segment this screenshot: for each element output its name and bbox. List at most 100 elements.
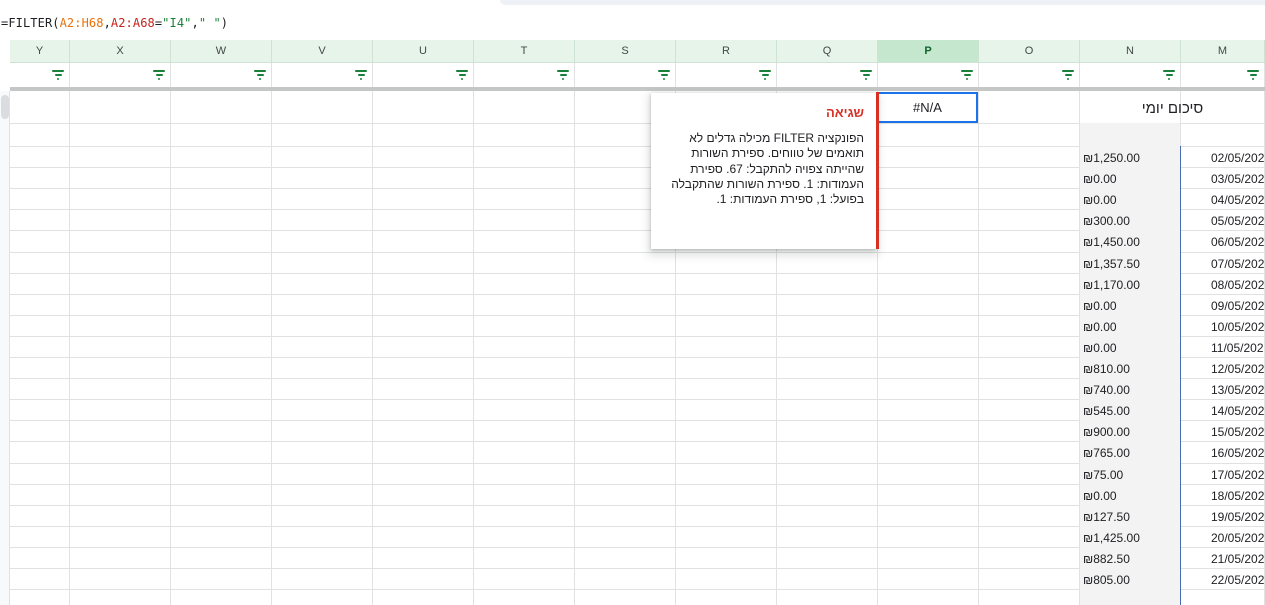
date-cell[interactable]: 06/05/202 bbox=[1211, 234, 1264, 250]
daily-amount-cell[interactable]: ₪300.00 bbox=[1083, 213, 1130, 229]
column-header-r[interactable]: R bbox=[676, 40, 777, 63]
date-cell[interactable]: 18/05/202 bbox=[1211, 488, 1264, 504]
date-cell[interactable]: 07/05/202 bbox=[1211, 256, 1264, 272]
column-header-y[interactable]: Y bbox=[10, 40, 70, 63]
filter-icon[interactable] bbox=[1062, 70, 1074, 80]
grid-line bbox=[10, 146, 1265, 147]
daily-amount-cell[interactable]: ₪765.00 bbox=[1083, 445, 1130, 461]
grid-line bbox=[10, 547, 1265, 548]
grid-line bbox=[10, 315, 1265, 316]
grid-line bbox=[10, 188, 1265, 189]
column-header-v[interactable]: V bbox=[272, 40, 373, 63]
date-cell[interactable]: 05/05/202 bbox=[1211, 213, 1264, 229]
daily-amount-cell[interactable]: ₪882.50 bbox=[1083, 551, 1130, 567]
date-cell[interactable]: 20/05/202 bbox=[1211, 530, 1264, 546]
grid-line bbox=[10, 526, 1265, 527]
column-header-x[interactable]: X bbox=[70, 40, 171, 63]
grid-line bbox=[271, 91, 272, 605]
frozen-row-divider[interactable] bbox=[10, 87, 1265, 91]
date-cell[interactable]: 19/05/202 bbox=[1211, 509, 1264, 525]
date-cell[interactable]: 22/05/202 bbox=[1211, 572, 1264, 588]
column-header-u[interactable]: U bbox=[373, 40, 474, 63]
filter-icon[interactable] bbox=[759, 70, 771, 80]
filter-icon[interactable] bbox=[254, 70, 266, 80]
filter-icon[interactable] bbox=[1247, 70, 1259, 80]
daily-summary-header[interactable]: סיכום יומי bbox=[1080, 100, 1265, 117]
column-header-w[interactable]: W bbox=[171, 40, 272, 63]
column-m-border bbox=[1180, 146, 1181, 605]
grid-line bbox=[372, 91, 373, 605]
filter-icon[interactable] bbox=[355, 70, 367, 80]
daily-amount-cell[interactable]: ₪1,425.00 bbox=[1083, 530, 1140, 546]
date-cell[interactable]: 16/05/202 bbox=[1211, 445, 1264, 461]
date-cell[interactable]: 15/05/202 bbox=[1211, 424, 1264, 440]
daily-amount-cell[interactable]: ₪0.00 bbox=[1083, 298, 1117, 314]
column-header-q[interactable]: Q bbox=[777, 40, 878, 63]
daily-amount-cell[interactable]: ₪1,170.00 bbox=[1083, 277, 1140, 293]
daily-amount-cell[interactable]: ₪0.00 bbox=[1083, 340, 1117, 356]
column-header-n[interactable]: N bbox=[1080, 40, 1181, 63]
daily-amount-cell[interactable]: ₪1,450.00 bbox=[1083, 234, 1140, 250]
grid-line bbox=[10, 399, 1265, 400]
date-cell[interactable]: 11/05/202 bbox=[1211, 340, 1264, 356]
formula-prefix: =FILTER( bbox=[1, 16, 60, 30]
filter-icon[interactable] bbox=[860, 70, 872, 80]
daily-amount-cell[interactable]: ₪810.00 bbox=[1083, 361, 1130, 377]
formula-string-2: " " bbox=[198, 16, 221, 30]
filter-icon[interactable] bbox=[658, 70, 670, 80]
filter-cell-t bbox=[474, 63, 575, 88]
grid-line bbox=[10, 484, 1265, 485]
grid-line bbox=[574, 91, 575, 605]
column-header-o[interactable]: O bbox=[979, 40, 1080, 63]
grid-line bbox=[978, 91, 979, 605]
grid-line bbox=[10, 336, 1265, 337]
filter-icon[interactable] bbox=[52, 70, 64, 80]
daily-amount-cell[interactable]: ₪0.00 bbox=[1083, 171, 1117, 187]
formula-text[interactable]: =FILTER(A2:H68,A2:A68="I4"," ") bbox=[1, 16, 228, 30]
column-header-p[interactable]: P bbox=[878, 40, 979, 63]
date-cell[interactable]: 10/05/202 bbox=[1211, 319, 1264, 335]
date-cell[interactable]: 13/05/202 bbox=[1211, 382, 1264, 398]
formula-bar[interactable]: =FILTER(A2:H68,A2:A68="I4"," ") bbox=[0, 5, 1265, 40]
date-cell[interactable]: 12/05/202 bbox=[1211, 361, 1264, 377]
date-cell[interactable]: 08/05/202 bbox=[1211, 277, 1264, 293]
grid-line bbox=[10, 123, 1265, 124]
daily-amount-cell[interactable]: ₪900.00 bbox=[1083, 424, 1130, 440]
column-header-t[interactable]: T bbox=[474, 40, 575, 63]
active-cell-p[interactable]: #N/A bbox=[877, 92, 978, 123]
grid-line bbox=[10, 167, 1265, 168]
filter-icon[interactable] bbox=[456, 70, 468, 80]
filter-cell-m bbox=[1181, 63, 1265, 88]
daily-amount-cell[interactable]: ₪545.00 bbox=[1083, 403, 1130, 419]
grid-line bbox=[10, 589, 1265, 590]
daily-amount-cell[interactable]: ₪1,250.00 bbox=[1083, 150, 1140, 166]
row-scroll-handle[interactable] bbox=[1, 95, 9, 119]
daily-amount-cell[interactable]: ₪127.50 bbox=[1083, 509, 1130, 525]
daily-amount-cell[interactable]: ₪0.00 bbox=[1083, 192, 1117, 208]
formula-separator-1: , bbox=[103, 16, 111, 30]
grid-line bbox=[69, 91, 70, 605]
filter-icon[interactable] bbox=[153, 70, 165, 80]
error-tooltip: שגיאה הפונקציה FILTER מכילה גדלים לא תוא… bbox=[651, 93, 876, 249]
column-header-m[interactable]: M bbox=[1181, 40, 1265, 63]
daily-amount-cell[interactable]: ₪740.00 bbox=[1083, 382, 1130, 398]
daily-amount-cell[interactable]: ₪1,357.50 bbox=[1083, 256, 1140, 272]
date-cell[interactable]: 03/05/202 bbox=[1211, 171, 1264, 187]
filter-icon[interactable] bbox=[961, 70, 973, 80]
date-cell[interactable]: 14/05/202 bbox=[1211, 403, 1264, 419]
filter-cell-y bbox=[10, 63, 70, 88]
column-header-s[interactable]: S bbox=[575, 40, 676, 63]
filter-cell-v bbox=[272, 63, 373, 88]
filter-cell-u bbox=[373, 63, 474, 88]
daily-amount-cell[interactable]: ₪805.00 bbox=[1083, 572, 1130, 588]
filter-icon[interactable] bbox=[557, 70, 569, 80]
date-cell[interactable]: 17/05/202 bbox=[1211, 467, 1264, 483]
filter-icon[interactable] bbox=[1163, 70, 1175, 80]
daily-amount-cell[interactable]: ₪0.00 bbox=[1083, 488, 1117, 504]
daily-amount-cell[interactable]: ₪75.00 bbox=[1083, 467, 1123, 483]
date-cell[interactable]: 21/05/202 bbox=[1211, 551, 1264, 567]
date-cell[interactable]: 09/05/202 bbox=[1211, 298, 1264, 314]
date-cell[interactable]: 04/05/202 bbox=[1211, 192, 1264, 208]
date-cell[interactable]: 02/05/202 bbox=[1211, 150, 1264, 166]
daily-amount-cell[interactable]: ₪0.00 bbox=[1083, 319, 1117, 335]
